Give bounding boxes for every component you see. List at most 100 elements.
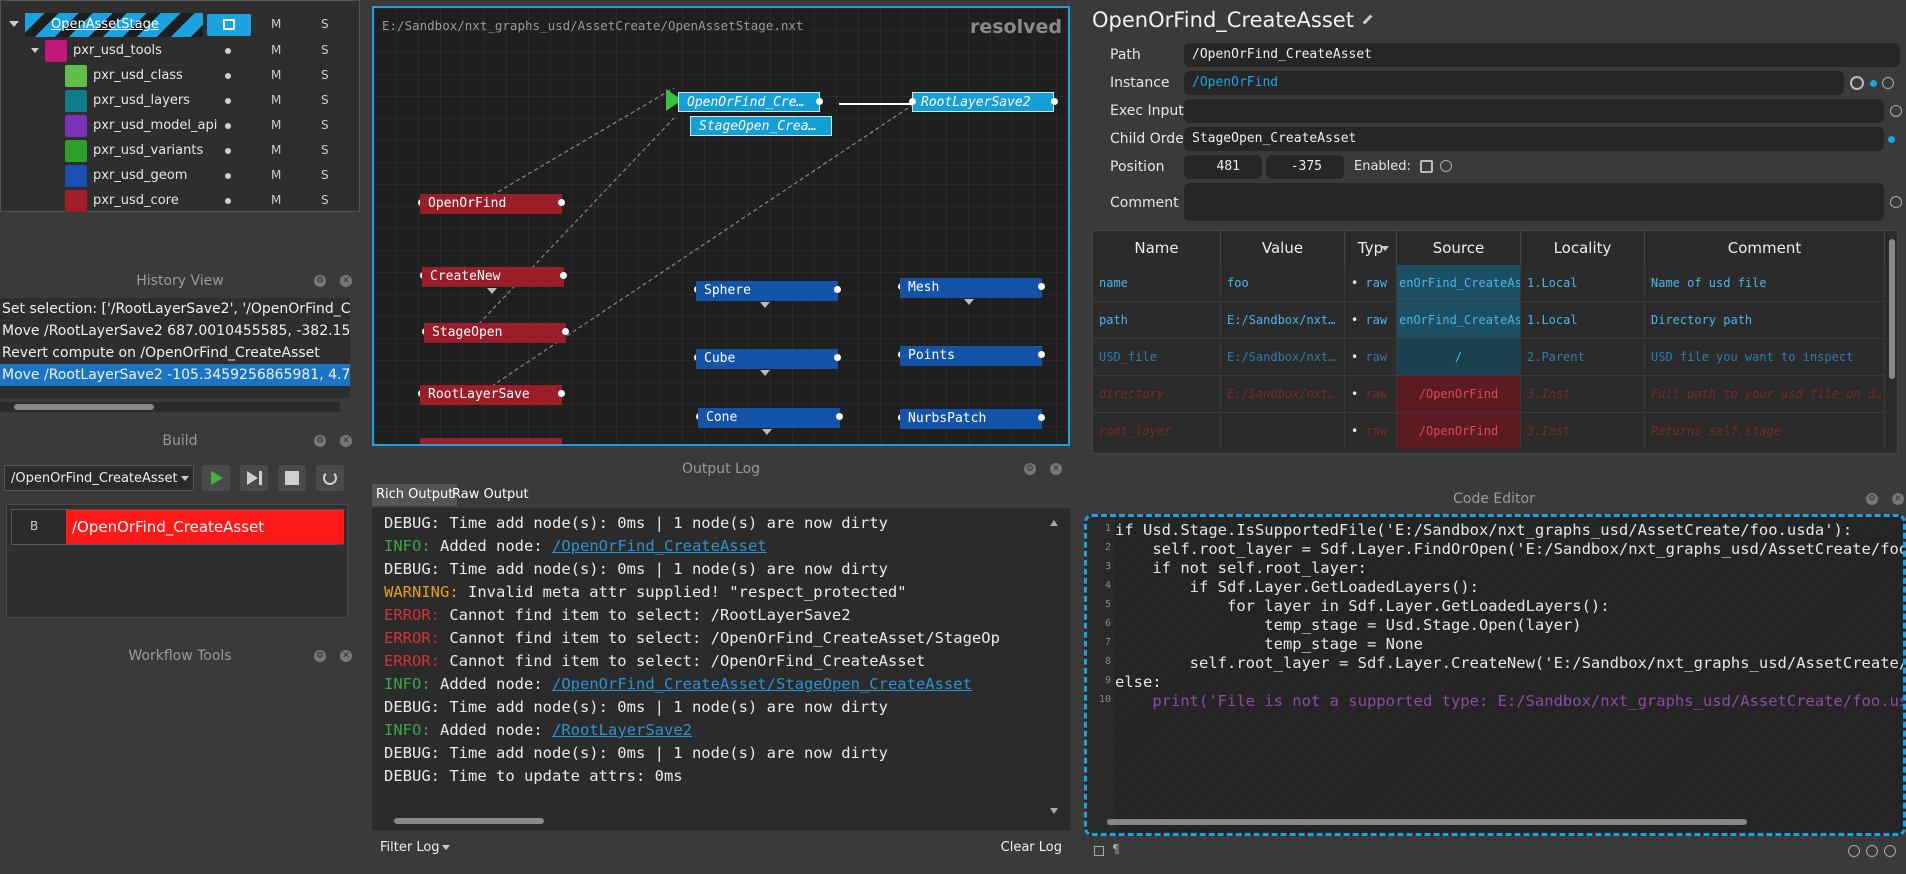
stop-button[interactable] xyxy=(278,465,306,491)
close-icon[interactable]: ✕ xyxy=(1050,463,1062,475)
close-icon[interactable]: ✕ xyxy=(340,435,352,447)
close-icon[interactable]: ✕ xyxy=(340,650,352,662)
mute-toggle[interactable]: M xyxy=(271,143,281,157)
enabled-checkbox[interactable] xyxy=(1420,160,1433,173)
history-row[interactable]: Move /RootLayerSave2 687.0010455585, -38… xyxy=(0,320,350,342)
visibility-dot[interactable] xyxy=(225,73,231,79)
outliner-row-core[interactable]: pxr_usd_core M S xyxy=(1,189,361,214)
history-hscrollbar[interactable] xyxy=(0,402,340,412)
clear-comment-icon[interactable] xyxy=(1890,196,1902,208)
mute-toggle[interactable]: M xyxy=(271,118,281,132)
build-target-select[interactable]: /OpenOrFind_CreateAsset xyxy=(4,465,194,491)
child-order-field[interactable]: StageOpen_CreateAsset xyxy=(1184,127,1884,151)
layer-target-button[interactable] xyxy=(207,14,251,36)
solo-toggle[interactable]: S xyxy=(321,68,329,82)
output-port[interactable] xyxy=(834,286,841,293)
outliner-row-class[interactable]: pxr_usd_class M S xyxy=(1,64,361,89)
outliner-row-variants[interactable]: pxr_usd_variants M S xyxy=(1,139,361,164)
solo-toggle[interactable]: S xyxy=(321,193,329,207)
node-createnew[interactable]: CreateNew xyxy=(422,267,564,287)
column-header-source[interactable]: Source xyxy=(1397,231,1521,265)
collapse-arrow-icon[interactable] xyxy=(9,21,19,27)
log-link[interactable]: /OpenOrFind_CreateAsset xyxy=(552,537,767,555)
edit-icon[interactable] xyxy=(1362,14,1373,25)
instance-field[interactable]: /OpenOrFind xyxy=(1184,71,1844,95)
float-icon[interactable]: ⚙ xyxy=(314,275,326,287)
visibility-dot[interactable] xyxy=(225,48,231,54)
node-rootlayersave2[interactable]: RootLayerSave2 xyxy=(912,92,1054,112)
copy-icon[interactable] xyxy=(1094,846,1104,856)
expand-icon[interactable] xyxy=(487,288,497,294)
exec-input-field[interactable] xyxy=(1184,99,1884,123)
table-row[interactable]: USD_file E:/Sandbox/nxt… • raw / 2.Paren… xyxy=(1093,339,1885,376)
expand-icon[interactable] xyxy=(760,302,770,308)
output-port[interactable] xyxy=(1038,414,1045,421)
table-row[interactable]: path E:/Sandbox/nxt… • raw enOrFind_Crea… xyxy=(1093,302,1885,339)
node-sphere[interactable]: Sphere xyxy=(696,281,838,301)
output-port[interactable] xyxy=(816,98,823,105)
column-header-value[interactable]: Value xyxy=(1221,231,1345,265)
visibility-dot[interactable] xyxy=(225,148,231,154)
solo-toggle[interactable]: S xyxy=(321,43,329,57)
mute-toggle[interactable]: M xyxy=(271,193,281,207)
clear-instance-icon[interactable] xyxy=(1882,77,1894,89)
accept-icon[interactable] xyxy=(1848,845,1860,857)
visibility-dot[interactable] xyxy=(225,198,231,204)
float-icon[interactable]: ⚙ xyxy=(314,650,326,662)
visibility-dot[interactable] xyxy=(225,123,231,129)
float-icon[interactable]: ⚙ xyxy=(1866,493,1878,505)
mute-toggle[interactable]: M xyxy=(271,93,281,107)
cancel-icon[interactable] xyxy=(1884,845,1896,857)
node-nurbspatch[interactable]: NurbsPatch xyxy=(900,409,1042,429)
output-port[interactable] xyxy=(1051,98,1058,105)
output-port[interactable] xyxy=(836,413,843,420)
scroll-thumb[interactable] xyxy=(394,818,544,824)
step-button[interactable] xyxy=(240,465,268,491)
outliner-root-row[interactable]: OpenAssetStage M S xyxy=(1,13,361,38)
node-openorfind[interactable]: OpenOrFind xyxy=(420,194,562,214)
revert-icon[interactable] xyxy=(1866,845,1878,857)
float-icon[interactable]: ⚙ xyxy=(1024,463,1036,475)
node-stageopen-createasset[interactable]: StageOpen_Crea… xyxy=(690,116,832,136)
code-hscrollbar[interactable] xyxy=(1097,817,1897,827)
node-stageopen[interactable]: StageOpen xyxy=(424,323,566,343)
output-port[interactable] xyxy=(1038,351,1045,358)
column-header-comment[interactable]: Comment xyxy=(1645,231,1885,265)
clear-log-button[interactable]: Clear Log xyxy=(1001,840,1062,855)
close-icon[interactable]: ✕ xyxy=(340,275,352,287)
scroll-thumb[interactable] xyxy=(1889,239,1895,379)
expand-icon[interactable] xyxy=(964,299,974,305)
table-row[interactable]: directory E:/Sandbox/nxt… • raw /OpenOrF… xyxy=(1093,376,1885,413)
mute-toggle[interactable]: M xyxy=(271,43,281,57)
locate-icon[interactable] xyxy=(1850,76,1864,90)
column-header-name[interactable]: Name xyxy=(1093,231,1221,265)
path-field[interactable]: /OpenOrFind_CreateAsset xyxy=(1184,43,1900,67)
log-link[interactable]: /RootLayerSave2 xyxy=(552,721,692,739)
node-mesh[interactable]: Mesh xyxy=(900,278,1042,298)
node-points[interactable]: Points xyxy=(900,346,1042,366)
output-port[interactable] xyxy=(558,199,565,206)
scroll-thumb[interactable] xyxy=(14,404,154,410)
scroll-thumb[interactable] xyxy=(1107,819,1747,825)
outliner-row-layers[interactable]: pxr_usd_layers M S xyxy=(1,89,361,114)
collapse-arrow-icon[interactable] xyxy=(31,48,39,53)
output-port[interactable] xyxy=(558,390,565,397)
mute-toggle[interactable]: M xyxy=(271,68,281,82)
expand-icon[interactable] xyxy=(760,370,770,376)
solo-toggle[interactable]: S xyxy=(321,143,329,157)
solo-toggle[interactable]: S xyxy=(321,118,329,132)
build-row[interactable]: B /OpenOrFind_CreateAsset xyxy=(11,509,344,545)
output-port[interactable] xyxy=(562,328,569,335)
solo-toggle[interactable]: S xyxy=(321,17,329,31)
close-icon[interactable]: ✕ xyxy=(1892,493,1904,505)
scroll-down-icon[interactable] xyxy=(1050,808,1058,814)
position-x-spinbox[interactable]: 481 xyxy=(1184,155,1262,179)
history-row-selected[interactable]: Move /RootLayerSave2 -105.3459256865981,… xyxy=(0,364,350,386)
output-port[interactable] xyxy=(1038,283,1045,290)
pilcrow-icon[interactable]: ¶ xyxy=(1112,842,1120,856)
play-button[interactable] xyxy=(202,465,230,491)
visibility-dot[interactable] xyxy=(225,98,231,104)
tab-raw-output[interactable]: Raw Output xyxy=(448,484,533,506)
expand-icon[interactable] xyxy=(762,429,772,435)
tab-rich-output[interactable]: Rich Output xyxy=(372,484,458,506)
